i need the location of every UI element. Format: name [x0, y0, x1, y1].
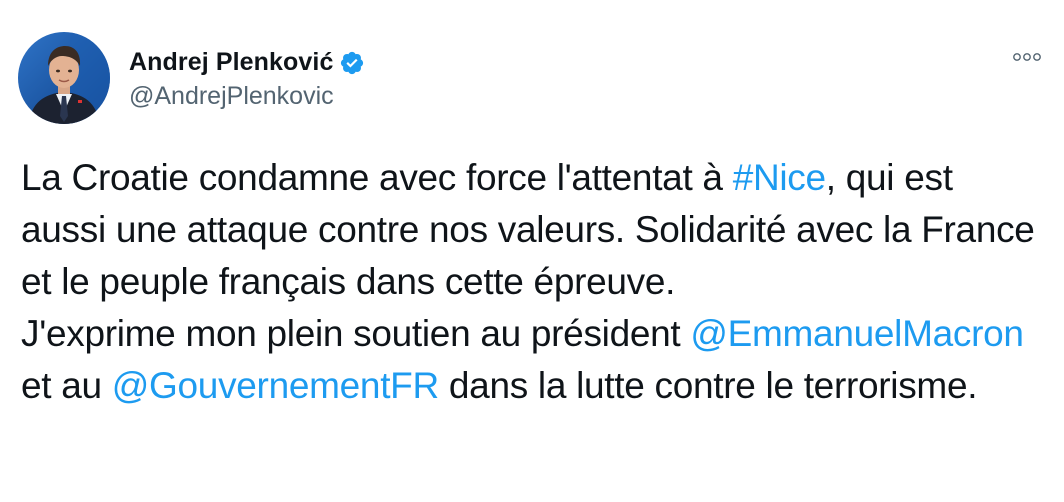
hashtag-link[interactable]: #Nice: [733, 157, 826, 198]
tweet-header: Andrej Plenković @AndrejPlenkovic: [18, 32, 365, 124]
verified-badge-icon: [339, 50, 365, 76]
avatar[interactable]: [18, 32, 110, 124]
tweet-text-segment: dans la lutte contre le terrorisme.: [438, 365, 978, 406]
display-name[interactable]: Andrej Plenković: [129, 48, 333, 77]
tweet-card: Andrej Plenković @AndrejPlenkovic La Cro…: [0, 0, 1064, 502]
name-row: Andrej Plenković: [129, 46, 365, 80]
tweet-text-segment: J'exprime mon plein soutien au président: [21, 313, 691, 354]
tweet-text-segment: et au: [21, 365, 112, 406]
tweet-text: La Croatie condamne avec force l'attenta…: [21, 152, 1046, 412]
mention-link[interactable]: @GouvernementFR: [112, 365, 439, 406]
author-handle[interactable]: @AndrejPlenkovic: [129, 82, 365, 111]
tweet-text-segment: La Croatie condamne avec force l'attenta…: [21, 157, 733, 198]
mention-link[interactable]: @EmmanuelMacron: [690, 313, 1024, 354]
more-options-icon[interactable]: [1012, 50, 1042, 64]
avatar-image: [18, 32, 110, 124]
author-names: Andrej Plenković @AndrejPlenkovic: [129, 46, 365, 111]
